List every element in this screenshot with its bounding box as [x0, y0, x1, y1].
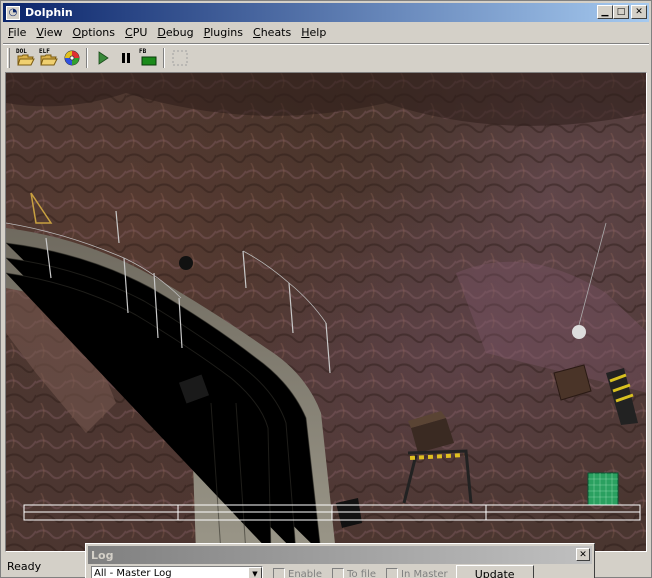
- open-dol-button[interactable]: DOL: [14, 47, 37, 69]
- log-window: Log ✕ All - Master Log ▼ Enable To file …: [85, 543, 595, 578]
- toolbar-grip[interactable]: [7, 48, 10, 68]
- to-file-checkbox[interactable]: To file: [332, 568, 376, 578]
- close-icon: ✕: [635, 6, 643, 17]
- title-bar[interactable]: ◔ Dolphin ▁ □ ✕: [3, 3, 649, 22]
- in-master-label: In Master: [401, 568, 448, 578]
- chevron-down-icon[interactable]: ▼: [248, 567, 262, 578]
- in-master-checkbox-box[interactable]: [386, 568, 398, 578]
- menu-cpu-label: CPU: [125, 26, 148, 39]
- fullscreen-icon: [172, 50, 187, 66]
- log-source-select[interactable]: All - Master Log ▼: [91, 566, 263, 578]
- status-text: Ready: [7, 559, 42, 573]
- menu-options-label: Options: [72, 26, 116, 39]
- to-file-checkbox-box[interactable]: [332, 568, 345, 578]
- maximize-icon: □: [616, 6, 626, 17]
- menu-view[interactable]: View: [31, 24, 67, 41]
- minimize-button[interactable]: ▁: [597, 5, 613, 19]
- menu-options[interactable]: Options: [68, 24, 120, 41]
- in-master-checkbox[interactable]: In Master: [386, 568, 448, 578]
- menu-debug-label: Debug: [157, 26, 194, 39]
- menu-cheats[interactable]: Cheats: [248, 24, 296, 41]
- menu-help[interactable]: Help: [296, 24, 331, 41]
- toolbar-separator-2: [163, 48, 165, 68]
- menu-file[interactable]: File: [3, 24, 31, 41]
- pause-icon: [121, 53, 130, 63]
- log-title-bar[interactable]: Log ✕: [88, 546, 592, 564]
- menu-debug[interactable]: Debug: [152, 24, 198, 41]
- close-icon: ✕: [579, 549, 587, 560]
- log-source-value: All - Master Log: [94, 568, 172, 578]
- update-button[interactable]: Update: [455, 565, 534, 578]
- menu-cpu[interactable]: CPU: [120, 24, 152, 41]
- toolbar: DOL ELF FB: [3, 45, 649, 71]
- toolbar-separator: [86, 48, 88, 68]
- menu-plugins[interactable]: Plugins: [199, 24, 248, 41]
- close-button[interactable]: ✕: [631, 5, 647, 19]
- log-title: Log: [91, 548, 114, 562]
- enable-label: Enable: [288, 568, 323, 578]
- open-elf-button[interactable]: ELF: [37, 47, 60, 69]
- pause-button[interactable]: [114, 47, 137, 69]
- gcm-disc-icon: [64, 50, 79, 66]
- maximize-button[interactable]: □: [613, 5, 629, 19]
- open-dol-label: DOL: [16, 48, 27, 55]
- game-render-viewport[interactable]: [5, 72, 647, 552]
- open-elf-label: ELF: [39, 48, 50, 55]
- dolphin-main-window: ◔ Dolphin ▁ □ ✕ File View Options CPU De…: [0, 0, 652, 578]
- log-close-button[interactable]: ✕: [576, 548, 590, 561]
- menu-bar: File View Options CPU Debug Plugins Chea…: [3, 23, 649, 42]
- update-button-label: Update: [474, 567, 515, 578]
- menu-help-label: Help: [301, 26, 327, 39]
- enable-checkbox-box[interactable]: [273, 568, 285, 578]
- dolphin-app-icon: ◔: [6, 5, 20, 20]
- menu-view-label: View: [36, 26, 63, 39]
- enable-checkbox[interactable]: Enable: [273, 568, 322, 578]
- to-file-label: To file: [347, 568, 376, 578]
- log-controls: All - Master Log ▼ Enable To file In Mas…: [86, 565, 594, 578]
- menu-plugins-label: Plugins: [203, 26, 244, 39]
- open-disc-button[interactable]: [60, 47, 83, 69]
- framebuffer-button[interactable]: FB: [137, 47, 160, 69]
- play-button[interactable]: [91, 47, 114, 69]
- game-scene: [6, 73, 646, 551]
- window-controls: ▁ □ ✕: [597, 5, 647, 19]
- fullscreen-button[interactable]: [168, 47, 191, 69]
- minimize-icon: ▁: [601, 6, 609, 17]
- framebuffer-label: FB: [139, 48, 147, 55]
- window-title: Dolphin: [25, 6, 73, 19]
- menu-file-label: File: [8, 26, 27, 39]
- menu-cheats-label: Cheats: [253, 26, 292, 39]
- play-icon: [98, 51, 109, 65]
